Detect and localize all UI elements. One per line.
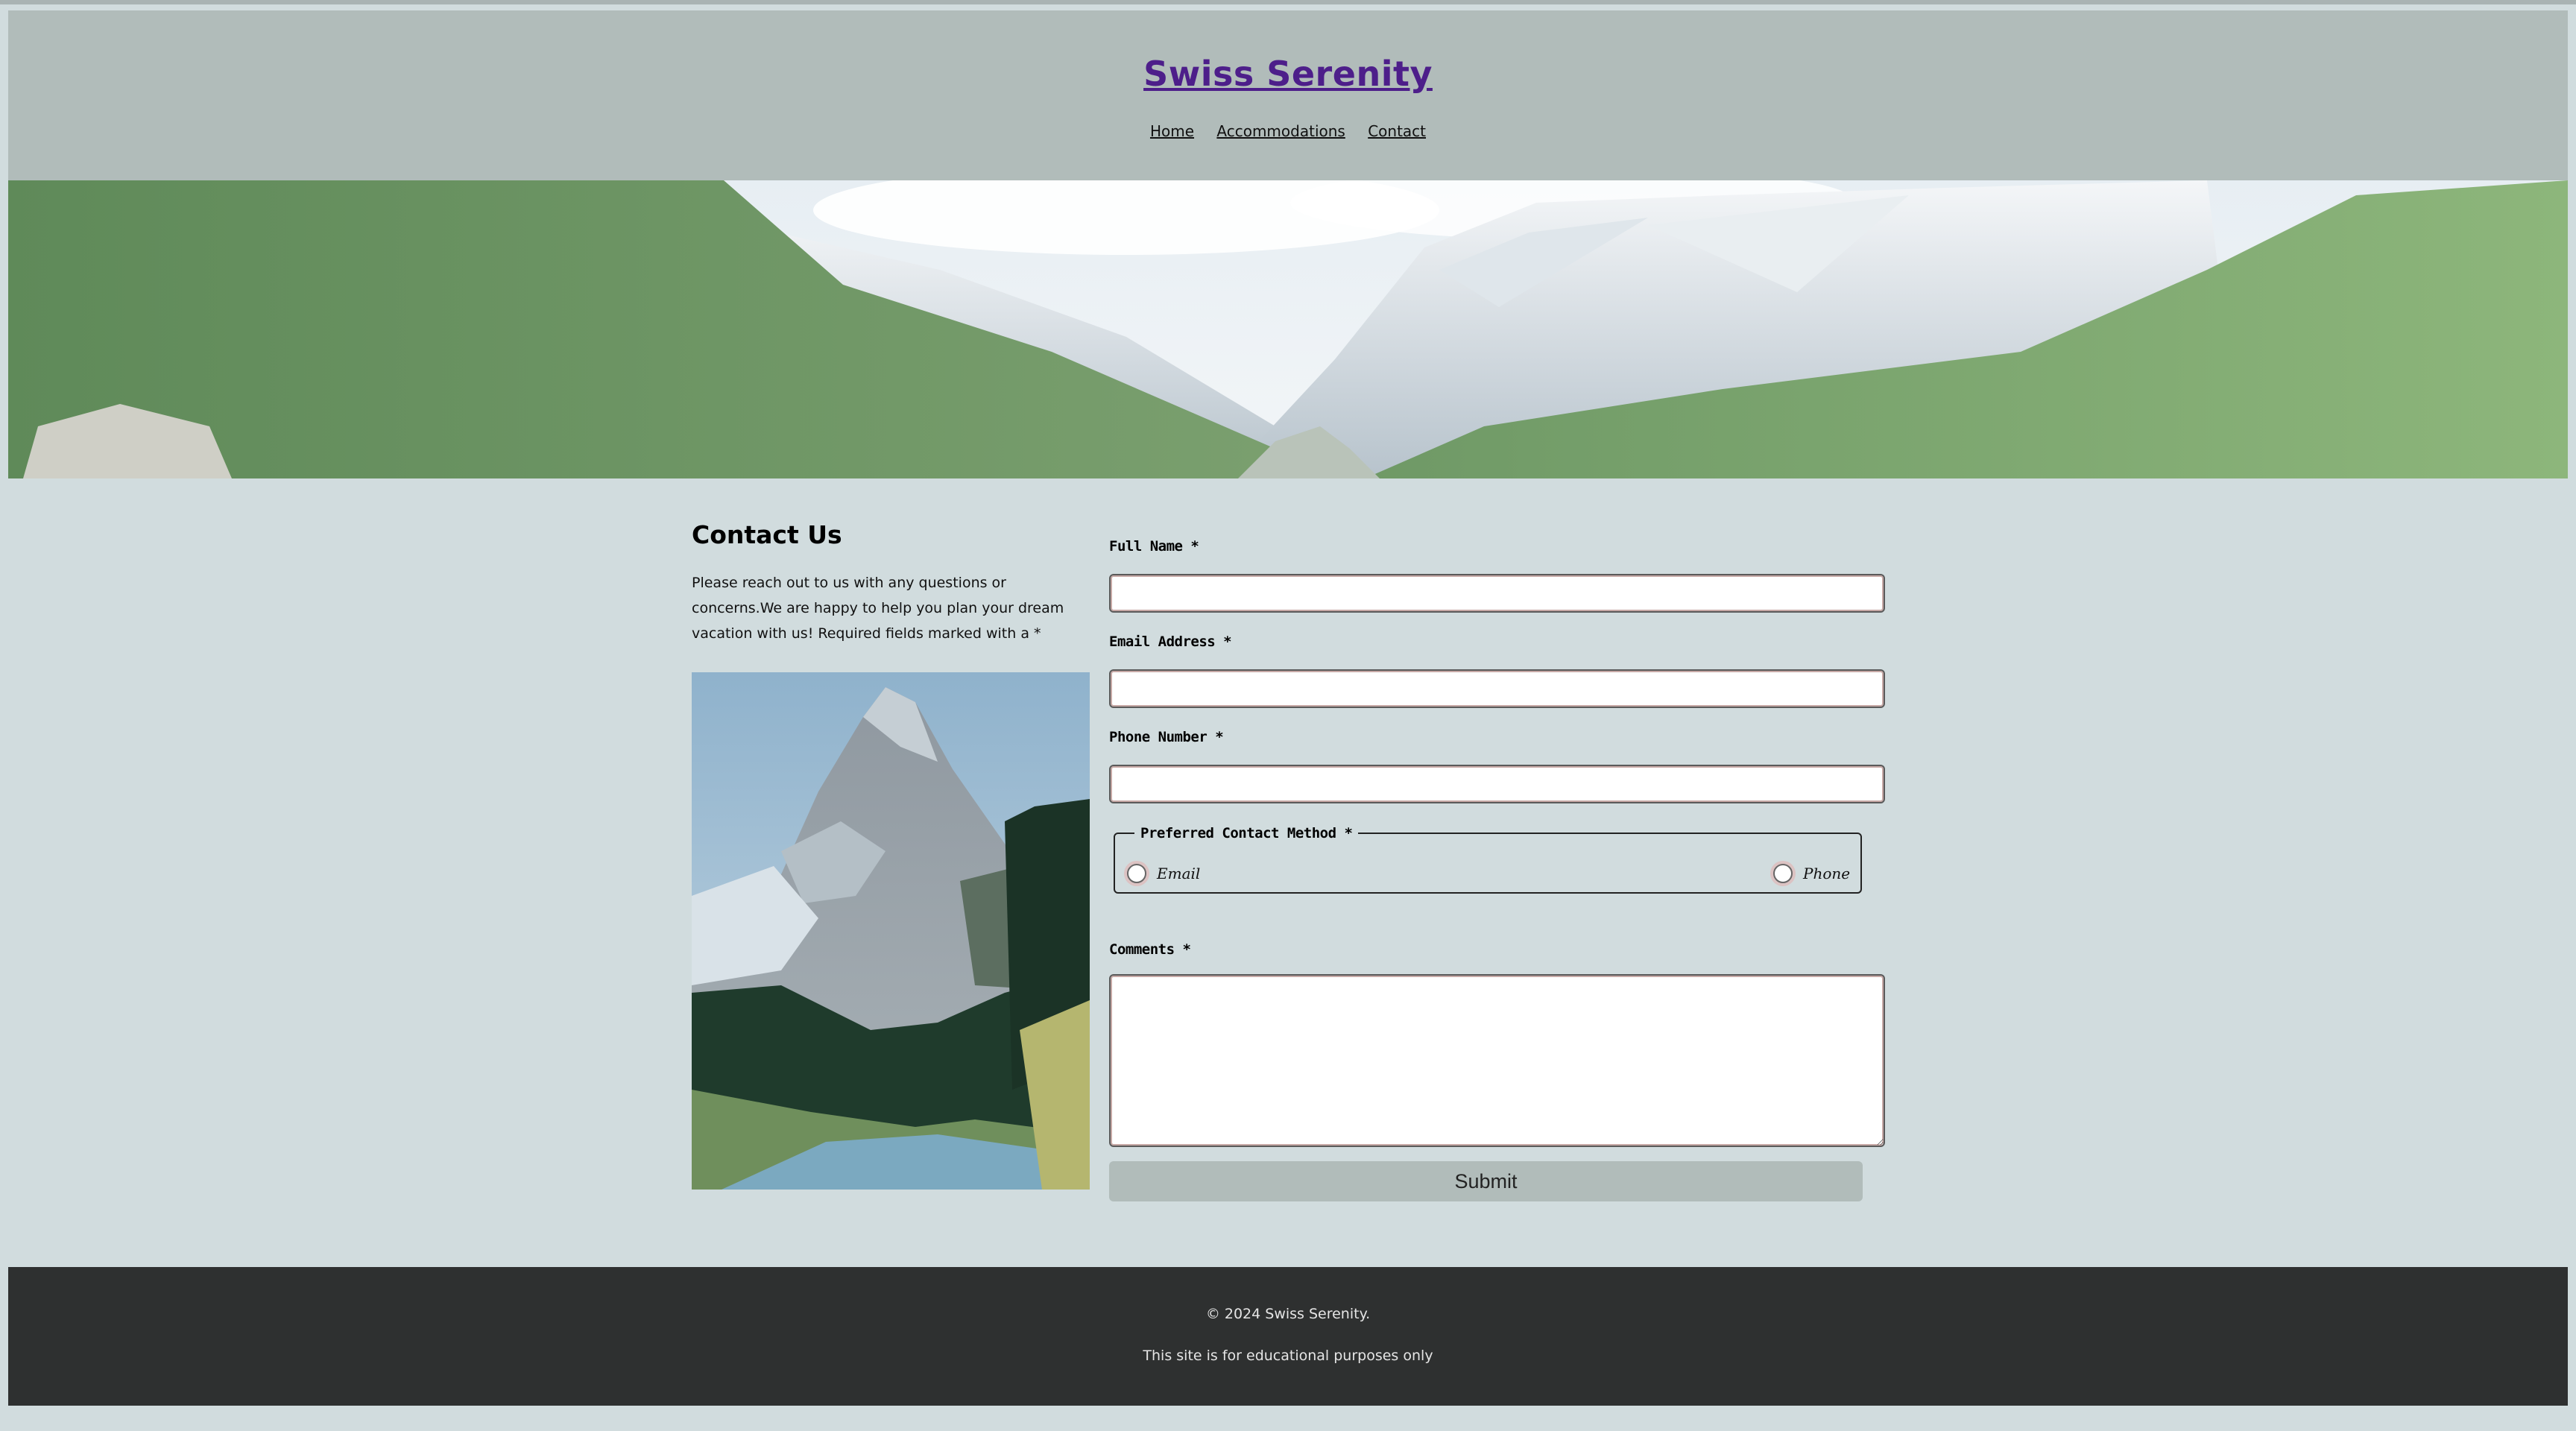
main-nav: Home Accommodations Contact: [8, 122, 2568, 140]
phone-radio-label: Phone: [1803, 865, 1851, 882]
site-header: Swiss Serenity Home Accommodations Conta…: [8, 10, 2568, 180]
intro-text: Please reach out to us with any question…: [692, 575, 1064, 642]
nav-link-home[interactable]: Home: [1150, 122, 1194, 140]
mountain-photo: [692, 672, 1090, 1190]
full-name-label: Full Name *: [1109, 538, 1199, 555]
page-heading: Contact Us: [692, 520, 842, 549]
nav-link-contact[interactable]: Contact: [1368, 122, 1426, 140]
site-title-link[interactable]: Swiss Serenity: [8, 54, 2568, 94]
page-wrapper: Swiss Serenity Home Accommodations Conta…: [8, 10, 2568, 1266]
phone-label: Phone Number *: [1109, 729, 1224, 745]
email-input[interactable]: [1109, 669, 1885, 708]
email-radio[interactable]: [1127, 864, 1146, 883]
contact-method-phone-option[interactable]: Phone: [1773, 864, 1850, 883]
phone-radio[interactable]: [1773, 864, 1793, 883]
contact-intro: Contact Us Please reach out to us with a…: [692, 520, 1094, 646]
comments-label: Comments *: [1109, 941, 1191, 958]
footer-copyright: © 2024 Swiss Serenity.: [1205, 1306, 1371, 1322]
email-radio-label: Email: [1157, 865, 1201, 882]
email-label: Email Address *: [1109, 634, 1232, 650]
submit-button[interactable]: Submit: [1109, 1161, 1863, 1201]
hero-mountain-banner: [8, 180, 2568, 478]
hero-banner-image: [8, 180, 2568, 478]
footer-note: This site is for educational purposes on…: [1143, 1348, 1433, 1364]
site-footer: © 2024 Swiss Serenity. This site is for …: [8, 1267, 2568, 1406]
comments-textarea[interactable]: [1109, 974, 1885, 1147]
contact-section: Contact Us Please reach out to us with a…: [8, 478, 2568, 1266]
phone-input[interactable]: [1109, 765, 1885, 803]
top-border: [0, 0, 2576, 4]
full-name-input[interactable]: [1109, 574, 1885, 613]
contact-method-group: Preferred Contact Method * Email Phone: [1114, 825, 1862, 894]
contact-method-legend: Preferred Contact Method *: [1140, 825, 1353, 841]
contact-method-email-option[interactable]: Email: [1127, 864, 1200, 883]
nav-link-accommodations[interactable]: Accommodations: [1216, 122, 1345, 140]
